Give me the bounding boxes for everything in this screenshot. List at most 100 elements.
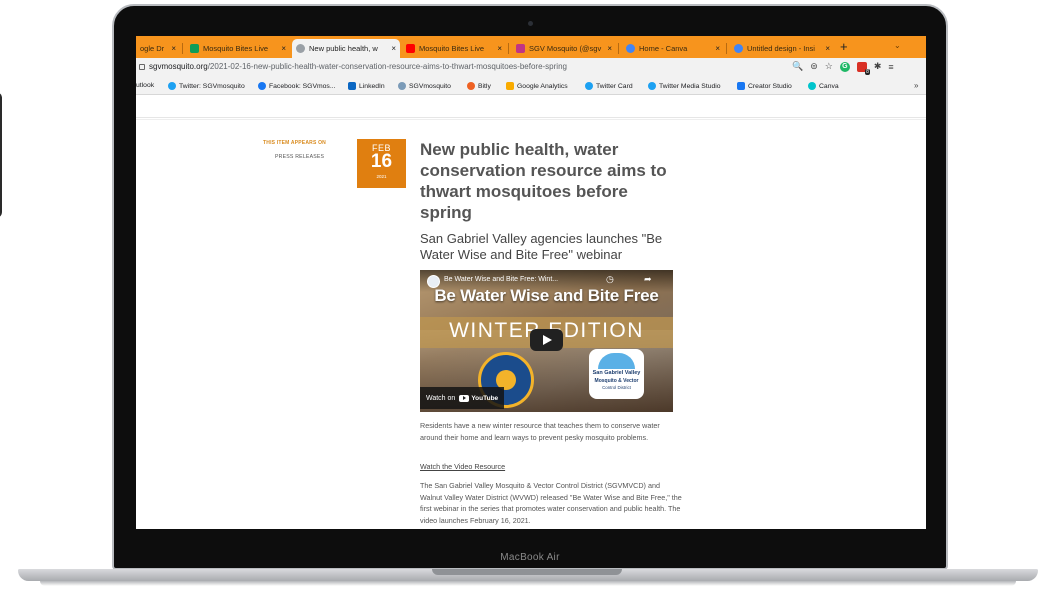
bookmark-label: LinkedIn [359, 82, 385, 90]
camera-icon [528, 21, 533, 26]
video-embed[interactable]: WINTER EDITION Be Water Wise and Bite Fr… [420, 270, 673, 412]
canva-icon [626, 44, 635, 53]
close-icon[interactable]: × [171, 44, 176, 53]
close-icon[interactable]: × [607, 44, 612, 53]
url-domain: sgvmosquito.org [149, 62, 208, 71]
bookmarks-overflow-icon[interactable]: » [914, 81, 918, 90]
tab-instagram[interactable]: SGV Mosquito (@sgv × [512, 39, 616, 58]
watch-later-icon[interactable]: ◷ [606, 274, 614, 285]
bookmark-label: Canva [819, 82, 839, 90]
close-icon[interactable]: × [825, 44, 830, 53]
close-icon[interactable]: × [715, 44, 720, 53]
youtube-wordmark: YouTube [471, 394, 499, 402]
browser-window: ogle Dr × Mosquito Bites Live × New publ… [136, 36, 926, 529]
play-button[interactable] [530, 329, 563, 351]
tab-label: ogle Dr [140, 44, 165, 53]
globe-icon [296, 44, 305, 53]
analytics-icon [506, 82, 514, 90]
date-badge: FEB 16 2021 [357, 139, 406, 188]
creator-studio-icon [737, 82, 745, 90]
tab-mosquito-bites-youtube[interactable]: Mosquito Bites Live × [402, 39, 506, 58]
share-icon[interactable]: ➦ [644, 274, 652, 285]
bookmark-sgvmosquito[interactable]: SGVmosquito [398, 82, 451, 90]
youtube-icon [459, 394, 470, 402]
tab-divider [726, 43, 727, 54]
channel-avatar[interactable] [427, 275, 440, 288]
grammarly-extension-icon[interactable]: G [839, 61, 850, 72]
lock-icon[interactable] [139, 64, 145, 70]
bookmark-label: utlook [136, 82, 155, 89]
bookmark-label: Bitly [478, 82, 491, 90]
bookmark-label: Creator Studio [748, 82, 792, 90]
tab-divider [182, 43, 183, 54]
tab-label: Home - Canva [639, 44, 688, 53]
share-icon[interactable]: ⊜ [810, 61, 818, 72]
device-label: MacBook Air [500, 552, 560, 563]
bookmark-label: Twitter: SGVmosquito [179, 82, 245, 90]
logo-line: San Gabriel Valley [592, 370, 641, 376]
youtube-icon [406, 44, 415, 53]
side-device-frame [0, 92, 2, 218]
article-headline: New public health, water conservation re… [420, 140, 667, 222]
logo-arc [598, 353, 635, 369]
tab-label: Mosquito Bites Live [203, 44, 269, 53]
tab-label: Mosquito Bites Live [419, 44, 485, 53]
tab-untitled-design[interactable]: Untitled design - Insi × [730, 39, 834, 58]
tab-google-drive[interactable]: ogle Dr × [136, 39, 180, 58]
extensions-puzzle-icon[interactable]: ✱ [874, 61, 882, 72]
toolbar-icons: 🔍 ⊜ ☆ G ✱ ≡ [792, 61, 894, 75]
tab-home-canva[interactable]: Home - Canva × [622, 39, 724, 58]
linkedin-icon [348, 82, 356, 90]
divider [136, 119, 926, 120]
reading-list-icon[interactable]: ≡ [888, 62, 893, 72]
zoom-icon[interactable]: 🔍 [792, 61, 803, 72]
close-icon[interactable]: × [281, 44, 286, 53]
bookmark-twitter-sgvmosquito[interactable]: Twitter: SGVmosquito [168, 82, 245, 90]
bookmark-linkedin[interactable]: LinkedIn [348, 82, 385, 90]
extension-badge-icon[interactable] [856, 61, 870, 75]
video-title[interactable]: Be Water Wise and Bite Free: Wint... [444, 276, 558, 283]
close-icon[interactable]: × [391, 44, 396, 53]
bookmark-label: Facebook: SGVmos... [269, 82, 336, 90]
tab-search-chevron-icon[interactable]: ⌄ [894, 41, 901, 50]
bookmark-twitter-card[interactable]: Twitter Card [585, 82, 633, 90]
bookmark-label: SGVmosquito [409, 82, 451, 90]
watch-video-link[interactable]: Watch the Video Resource [420, 462, 505, 471]
address-toolbar: sgvmosquito.org/2021-02-16-new-public-he… [136, 58, 926, 78]
tab-label: New public health, w [309, 44, 378, 53]
address-bar[interactable]: sgvmosquito.org/2021-02-16-new-public-he… [149, 62, 567, 71]
bookmark-canva[interactable]: Canva [808, 82, 839, 90]
bookmark-outlook[interactable]: utlook [136, 82, 154, 89]
tab-label: Untitled design - Insi [747, 44, 815, 53]
twitter-icon [648, 82, 656, 90]
watch-on-youtube-button[interactable]: Watch on YouTube [420, 387, 505, 409]
article-intro: Residents have a new winter resource tha… [420, 421, 660, 442]
tab-mosquito-bites-live[interactable]: Mosquito Bites Live × [186, 39, 290, 58]
laptop-notch [432, 569, 622, 575]
meta-icon [258, 82, 266, 90]
bookmark-label: Twitter Card [596, 82, 633, 90]
bookmark-creator-studio[interactable]: Creator Studio [737, 82, 792, 90]
press-releases-link[interactable]: PRESS RELEASES [275, 154, 324, 160]
bitly-icon [467, 82, 475, 90]
site-icon [398, 82, 406, 90]
bookmark-facebook[interactable]: Facebook: SGVmos... [258, 82, 336, 90]
tab-new-public-health[interactable]: New public health, w × [292, 39, 400, 58]
appears-on-label: THIS ITEM APPEARS ON [263, 140, 326, 146]
date-day: 16 [370, 151, 393, 172]
site-header-strip [136, 96, 926, 118]
watch-on-label: Watch on [426, 394, 456, 402]
bookmark-label: Google Analytics [517, 82, 568, 90]
canva-icon [734, 44, 743, 53]
bookmark-label: Twitter Media Studio [659, 82, 721, 90]
bookmark-twitter-media-studio[interactable]: Twitter Media Studio [648, 82, 721, 90]
bookmark-bitly[interactable]: Bitly [467, 82, 491, 90]
logo-line: Mosquito & Vector [594, 378, 639, 384]
bookmark-google-analytics[interactable]: Google Analytics [506, 82, 568, 90]
new-tab-button[interactable]: + [840, 39, 848, 54]
bookmark-star-icon[interactable]: ☆ [825, 61, 833, 72]
tab-divider [508, 43, 509, 54]
article-body: The San Gabriel Valley Mosquito & Vector… [420, 481, 682, 525]
close-icon[interactable]: × [497, 44, 502, 53]
tab-label: SGV Mosquito (@sgv [529, 44, 602, 53]
